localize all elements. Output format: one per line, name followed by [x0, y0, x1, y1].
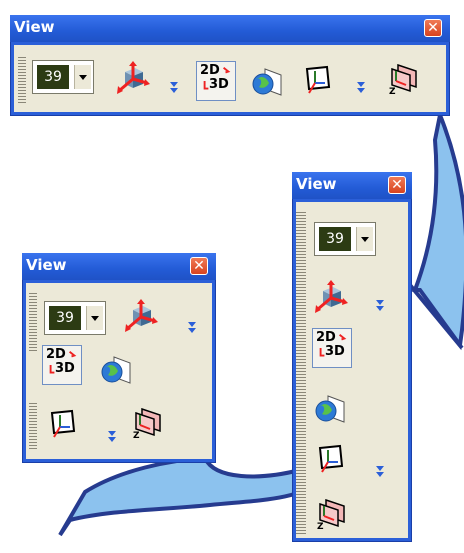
axes-dropdown-icon[interactable] — [106, 429, 118, 443]
axes-plane-button[interactable] — [46, 407, 80, 441]
axes-dropdown-icon[interactable] — [355, 80, 367, 94]
toggle-2d-3d-button[interactable]: 2D 3D — [42, 345, 82, 385]
window-title: View — [296, 175, 337, 193]
toolbar-grip[interactable] — [296, 210, 306, 534]
zoom-value: 39 — [319, 227, 351, 251]
toggle-2d-3d-button[interactable]: 2D 3D — [196, 61, 236, 101]
layer-plane-button[interactable]: Z — [386, 61, 420, 97]
orientation-button[interactable] — [314, 280, 348, 314]
toolbar-body: 39 2D 3D Z — [14, 45, 446, 112]
globe-view-icon — [101, 356, 131, 384]
svg-text:Z: Z — [133, 431, 140, 439]
orientation-icon — [315, 280, 348, 313]
chevron-down-icon[interactable] — [356, 227, 373, 251]
toolbar-grip[interactable] — [29, 291, 37, 351]
layer-plane-icon: Z — [133, 407, 161, 441]
title-bar[interactable]: View ✕ — [22, 253, 216, 280]
swap-arrow-icon — [203, 66, 231, 90]
chevron-down-icon[interactable] — [86, 306, 103, 330]
window-title: View — [26, 256, 67, 274]
svg-text:Z: Z — [389, 87, 396, 95]
orientation-button[interactable] — [124, 299, 158, 333]
globe-view-icon — [252, 68, 282, 96]
axes-plane-icon — [305, 65, 331, 94]
close-button[interactable]: ✕ — [190, 257, 208, 275]
svg-text:Z: Z — [317, 522, 324, 530]
toggle-2d-3d-button[interactable]: 2D 3D — [312, 328, 352, 368]
view-toolbar-compact: View ✕ 39 2D 3D Z — [22, 253, 216, 463]
zoom-combo[interactable]: 39 — [44, 301, 106, 335]
layer-plane-button[interactable]: Z — [314, 496, 348, 532]
title-bar[interactable]: View ✕ — [10, 15, 450, 42]
close-button[interactable]: ✕ — [424, 19, 442, 37]
axes-plane-button[interactable] — [314, 442, 348, 476]
axes-plane-button[interactable] — [301, 63, 335, 97]
close-button[interactable]: ✕ — [388, 176, 406, 194]
orientation-icon — [117, 61, 150, 94]
toolbar-body: 39 2D 3D Z — [26, 283, 212, 459]
zoom-combo[interactable]: 39 — [314, 222, 376, 256]
orientation-dropdown-icon[interactable] — [186, 320, 198, 334]
zoom-value: 39 — [37, 65, 69, 89]
globe-view-button[interactable] — [100, 353, 134, 387]
title-bar[interactable]: View ✕ — [292, 172, 412, 199]
axes-dropdown-icon[interactable] — [374, 464, 386, 478]
toolbar-body: 39 2D 3D Z — [296, 202, 408, 538]
toolbar-grip-2[interactable] — [29, 403, 37, 449]
zoom-combo[interactable]: 39 — [32, 60, 94, 94]
globe-view-icon — [315, 395, 345, 423]
orientation-dropdown-icon[interactable] — [168, 80, 180, 94]
globe-view-button[interactable] — [251, 65, 285, 99]
layer-plane-icon: Z — [317, 498, 345, 532]
view-toolbar-horizontal: View ✕ 39 2D 3D Z — [10, 15, 450, 116]
toolbar-grip[interactable] — [18, 55, 26, 103]
view-toolbar-vertical: View ✕ 39 2D 3D Z — [292, 172, 412, 542]
orientation-dropdown-icon[interactable] — [374, 298, 386, 312]
chevron-down-icon[interactable] — [74, 65, 91, 89]
orientation-button[interactable] — [116, 61, 150, 95]
swap-arrow-icon — [319, 333, 347, 357]
layer-plane-button[interactable]: Z — [130, 405, 164, 441]
window-title: View — [14, 18, 55, 36]
swap-arrow-icon — [49, 350, 77, 374]
layer-plane-icon: Z — [389, 63, 417, 97]
globe-view-button[interactable] — [314, 392, 348, 426]
axes-plane-icon — [318, 444, 344, 473]
axes-plane-icon — [50, 409, 76, 438]
orientation-icon — [125, 299, 158, 332]
zoom-value: 39 — [49, 306, 81, 330]
